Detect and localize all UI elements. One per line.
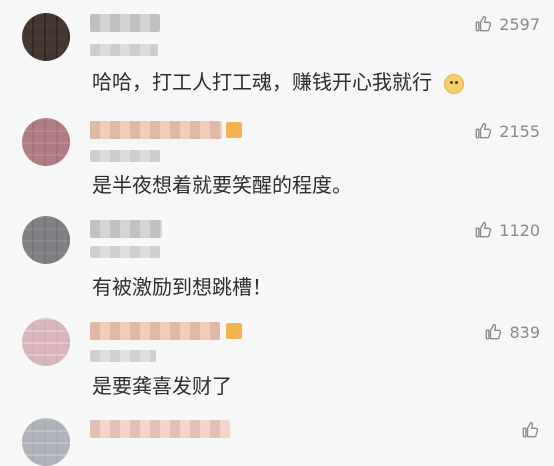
username-blurred[interactable] bbox=[90, 420, 230, 438]
comment-text-content: 是半夜想着就要笑醒的程度。 bbox=[92, 173, 352, 197]
avatar[interactable] bbox=[22, 216, 70, 264]
comment-item: 1120 有被激励到想跳槽！ bbox=[0, 210, 554, 308]
thumbs-up-icon bbox=[475, 122, 492, 139]
comment-text-content: 有被激励到想跳槽！ bbox=[92, 275, 272, 299]
comment-item: 2155 是半夜想着就要笑醒的程度。 bbox=[0, 106, 554, 210]
comment-text: 哈哈，打工人打工魂，赚钱开心我就行 bbox=[92, 66, 465, 95]
username-blurred[interactable] bbox=[90, 220, 162, 238]
thumbs-up-icon bbox=[475, 15, 492, 32]
like-count: 2597 bbox=[499, 14, 540, 34]
avatar[interactable] bbox=[22, 418, 70, 466]
comment-meta-blurred bbox=[90, 44, 158, 56]
comment-text: 是半夜想着就要笑醒的程度。 bbox=[92, 169, 352, 198]
comment-meta-blurred bbox=[90, 350, 156, 362]
avatar[interactable] bbox=[22, 13, 70, 61]
avatar[interactable] bbox=[22, 118, 70, 166]
like-count: 2155 bbox=[499, 121, 540, 141]
username-blurred[interactable] bbox=[90, 14, 160, 32]
member-badge-icon bbox=[226, 323, 242, 339]
comment-text: 是要龚喜发财了 bbox=[92, 370, 232, 399]
like-button[interactable]: 839 bbox=[483, 322, 540, 342]
comment-meta-blurred bbox=[90, 246, 160, 258]
comment-text: 有被激励到想跳槽！ bbox=[92, 271, 272, 300]
like-count: 1120 bbox=[499, 220, 540, 240]
thumbs-up-icon bbox=[486, 323, 502, 340]
comment-text-content: 是要龚喜发财了 bbox=[92, 374, 232, 398]
like-button[interactable] bbox=[520, 420, 540, 440]
comment-text-content: 哈哈，打工人打工魂，赚钱开心我就行 bbox=[92, 70, 432, 94]
like-button[interactable]: 2597 bbox=[473, 14, 540, 34]
comment-item: 2597 哈哈，打工人打工魂，赚钱开心我就行 bbox=[0, 0, 554, 106]
dog-face-emoji-icon bbox=[444, 73, 465, 94]
like-button[interactable]: 1120 bbox=[473, 220, 540, 240]
comment-meta-blurred bbox=[90, 150, 160, 162]
username-blurred[interactable] bbox=[90, 322, 220, 340]
like-button[interactable]: 2155 bbox=[473, 121, 540, 141]
username-blurred[interactable] bbox=[90, 121, 222, 139]
avatar[interactable] bbox=[22, 318, 70, 366]
member-badge-icon bbox=[226, 122, 242, 138]
comment-item-partial bbox=[0, 412, 554, 466]
thumbs-up-icon bbox=[522, 421, 539, 438]
comment-item: 839 是要龚喜发财了 bbox=[0, 308, 554, 412]
thumbs-up-icon bbox=[475, 221, 492, 238]
like-count: 839 bbox=[509, 322, 540, 342]
